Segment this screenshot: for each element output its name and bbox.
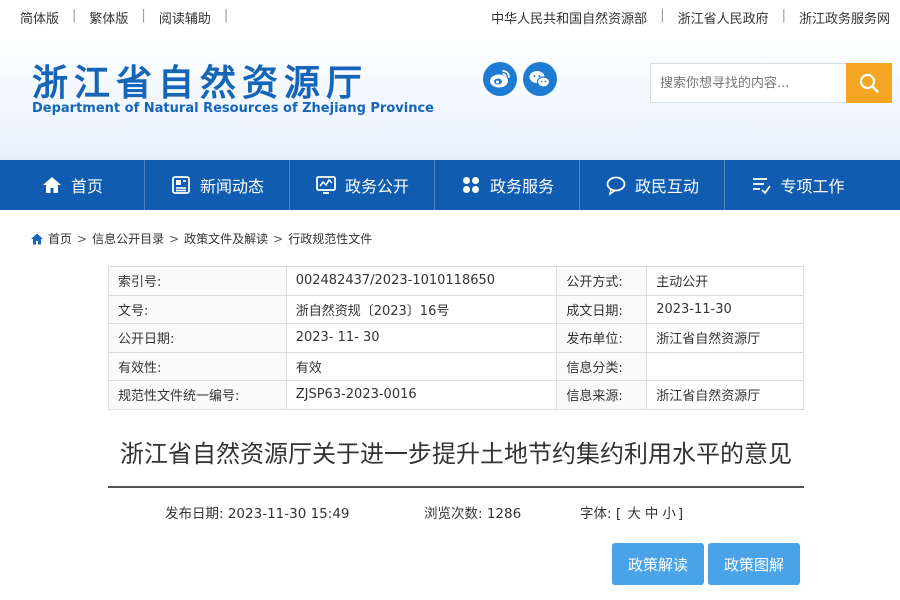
mnr-link[interactable]: 中华人民共和国自然资源部 [491, 8, 647, 27]
breadcrumb: 首页 > 信息公开目录 > 政策文件及解读 > 行政规范性文件 [30, 230, 372, 247]
info-key: 公开方式: [556, 266, 648, 296]
nav-item-label: 政务服务 [489, 177, 554, 196]
info-value: 浙江省自然资源厅 [646, 380, 804, 410]
nav-item-home[interactable]: 首页 [0, 160, 145, 210]
nav-item-label: 新闻动态 [199, 177, 264, 196]
search-icon [859, 73, 879, 93]
info-key: 索引号: [108, 266, 287, 296]
home-icon [42, 177, 61, 193]
info-value: 002482437/2023-1010118650 [285, 266, 558, 296]
weibo-icon[interactable] [483, 62, 517, 96]
search-box [650, 63, 892, 103]
breadcrumb-separator: > [77, 231, 88, 246]
info-value: 主动公开 [646, 266, 804, 296]
nav-item-label: 专项工作 [780, 177, 845, 196]
zj-service-link[interactable]: 浙江政务服务网 [799, 8, 890, 27]
info-key: 发布单位: [556, 323, 648, 353]
nav-item-label: 政民互动 [634, 177, 699, 196]
table-row: 文号: 浙自然资规〔2023〕16号 成文日期: 2023-11-30 [108, 294, 804, 324]
version-links: 简体版 | 繁体版 | 阅读辅助 | [20, 8, 241, 27]
table-row: 有效性: 有效 信息分类: [108, 351, 804, 381]
simplified-chinese-link[interactable]: 简体版 [20, 8, 59, 27]
nav-item-label: 首页 [70, 177, 103, 196]
site-title-en[interactable]: Department of Natural Resources of Zheji… [32, 101, 434, 116]
home-icon [31, 233, 43, 244]
wechat-icon[interactable] [523, 62, 557, 96]
font-size-small[interactable]: 小 [662, 506, 676, 522]
top-utility-bar: 简体版 | 繁体版 | 阅读辅助 | 中华人民共和国自然资源部 | 浙江省人民政… [0, 0, 900, 32]
nav-item-gov-services[interactable]: 政务服务 [435, 160, 580, 210]
divider: | [781, 8, 786, 23]
divider: | [72, 8, 77, 23]
news-icon [172, 176, 190, 194]
reading-assist-link[interactable]: 阅读辅助 [159, 8, 211, 27]
font-size-label: 字体: [580, 506, 612, 522]
search-input[interactable] [651, 64, 847, 102]
font-size-large[interactable]: 大 [627, 506, 641, 522]
traditional-chinese-link[interactable]: 繁体版 [89, 8, 128, 27]
breadcrumb-policy[interactable]: 政策文件及解读 [184, 230, 268, 247]
info-value: 2023- 11- 30 [285, 323, 558, 353]
info-key: 信息分类: [556, 351, 648, 381]
nav-item-news[interactable]: 新闻动态 [145, 160, 290, 210]
info-key: 文号: [108, 294, 287, 324]
policy-graphic-button[interactable]: 政策图解 [708, 543, 800, 585]
nav-item-interaction[interactable]: 政民互动 [580, 160, 725, 210]
table-row: 规范性文件统一编号: ZJSP63-2023-0016 信息来源: 浙江省自然资… [108, 380, 804, 410]
search-button[interactable] [846, 63, 892, 103]
info-value [646, 351, 804, 381]
publish-date: 发布日期: 2023-11-30 15:49 [165, 506, 350, 522]
info-key: 规范性文件统一编号: [108, 380, 287, 410]
font-size-medium[interactable]: 中 [645, 506, 659, 522]
info-value: 2023-11-30 [646, 294, 804, 324]
font-size-control: 字体: [ 大中小] [580, 502, 683, 522]
breadcrumb-home[interactable]: 首页 [48, 230, 72, 247]
font-size-options: [ 大中小] [615, 506, 684, 522]
chat-icon [606, 176, 626, 196]
breadcrumb-separator: > [273, 231, 284, 246]
nav-item-special-work[interactable]: 专项工作 [725, 160, 870, 210]
info-key: 公开日期: [108, 323, 287, 353]
zj-gov-link[interactable]: 浙江省人民政府 [678, 8, 769, 27]
site-title[interactable]: 浙江省自然资源厅 [32, 54, 368, 106]
info-value: 浙自然资规〔2023〕16号 [285, 294, 558, 324]
divider: | [223, 8, 229, 23]
info-key: 有效性: [108, 351, 287, 381]
divider: | [141, 8, 146, 23]
title-divider [108, 486, 804, 488]
policy-interpretation-button[interactable]: 政策解读 [612, 543, 704, 585]
info-key: 信息来源: [556, 380, 648, 410]
nav-item-gov-affairs[interactable]: 政务公开 [290, 160, 435, 210]
document-title: 浙江省自然资源厅关于进一步提升土地节约集约利用水平的意见 [120, 440, 792, 468]
checklist-icon [753, 178, 772, 195]
breadcrumb-catalog[interactable]: 信息公开目录 [92, 230, 164, 247]
related-sites-links: 中华人民共和国自然资源部 | 浙江省人民政府 | 浙江政务服务网 [491, 8, 890, 27]
grid-icon [462, 177, 479, 193]
info-value: 有效 [285, 351, 558, 381]
nav-item-label: 政务公开 [344, 177, 409, 196]
divider: | [660, 8, 665, 23]
monitor-icon [316, 176, 336, 194]
main-nav: 首页 新闻动态 政务公开 政务服务 政民互动 专项工作 [0, 160, 900, 210]
breadcrumb-current[interactable]: 行政规范性文件 [288, 230, 372, 247]
site-header: 浙江省自然资源厅 Department of Natural Resources… [0, 32, 900, 160]
info-value: 浙江省自然资源厅 [646, 323, 804, 353]
info-value: ZJSP63-2023-0016 [285, 380, 558, 410]
view-count: 浏览次数: 1286 [424, 506, 522, 522]
info-key: 成文日期: [556, 294, 648, 324]
table-row: 索引号: 002482437/2023-1010118650 公开方式: 主动公… [108, 266, 804, 296]
breadcrumb-separator: > [169, 231, 180, 246]
document-info-table: 索引号: 002482437/2023-1010118650 公开方式: 主动公… [108, 266, 804, 410]
table-row: 公开日期: 2023- 11- 30 发布单位: 浙江省自然资源厅 [108, 323, 804, 353]
